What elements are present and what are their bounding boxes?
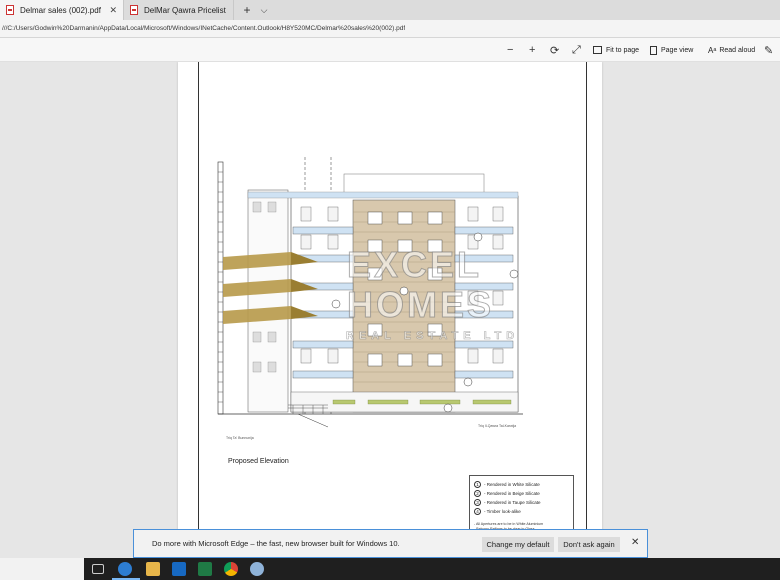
file-explorer-icon[interactable]: [146, 562, 160, 576]
fit-to-page-button[interactable]: Fit to page: [593, 43, 639, 57]
outlook-icon[interactable]: [172, 562, 186, 576]
legend-number: 4: [474, 508, 481, 515]
tab-delmar-sales[interactable]: Delmar sales (002).pdf ✕: [0, 0, 124, 20]
page-view-button[interactable]: Page view: [650, 43, 693, 57]
legend-number: 2: [474, 490, 481, 497]
pdf-icon: [6, 5, 14, 15]
tab-menu-chevron-icon[interactable]: ⌵: [256, 5, 272, 16]
paint-icon[interactable]: [250, 562, 264, 576]
excel-icon[interactable]: [198, 562, 212, 576]
legend-item: 4 - Timber look-alike: [474, 507, 569, 516]
read-aloud-icon: Aᵃ: [708, 45, 717, 55]
legend-number: 1: [474, 481, 481, 488]
tab-delmar-pricelist[interactable]: DelMar Qawra Pricelist 08.1: [124, 0, 234, 20]
new-tab-button[interactable]: +: [238, 3, 256, 17]
drawing-caption: Proposed Elevation: [228, 458, 289, 465]
fullscreen-button[interactable]: ⤢: [572, 43, 581, 57]
legend-item: 3 - Rendered in Taupe Silicate: [474, 498, 569, 507]
url-text[interactable]: ///C:/Users/Godwin%20Darmanin/AppData/Lo…: [0, 25, 405, 32]
read-aloud-button[interactable]: Aᵃ Read aloud: [708, 43, 755, 57]
fit-to-page-icon: [593, 46, 602, 54]
tab-strip: Delmar sales (002).pdf ✕ DelMar Qawra Pr…: [0, 0, 780, 20]
chrome-icon[interactable]: [224, 562, 238, 576]
pdf-icon: [130, 5, 138, 15]
zoom-out-button[interactable]: −: [507, 43, 513, 57]
legend-text: - Rendered in Taupe Silicate: [484, 500, 541, 505]
edge-icon[interactable]: [118, 562, 132, 576]
pdf-toolbar: − + ⟳ ⤢ Fit to page Page view Aᵃ Read al…: [0, 38, 780, 62]
edge-notification-bar: Do more with Microsoft Edge – the fast, …: [133, 529, 648, 558]
document-viewer[interactable]: EXCEL HOMES REAL ESTATE LTD Triq Ta' Bun…: [0, 62, 780, 558]
task-view-icon[interactable]: [92, 564, 104, 574]
page-view-icon: [650, 45, 657, 55]
close-tab-icon[interactable]: ✕: [109, 5, 117, 16]
legend-number: 3: [474, 499, 481, 506]
address-bar[interactable]: ///C:/Users/Godwin%20Darmanin/AppData/Lo…: [0, 20, 780, 38]
watermark-excel: EXCEL: [346, 244, 483, 286]
tab-title: DelMar Qawra Pricelist 08.1: [144, 5, 227, 15]
legend-item: 1 - Rendered in White Silicate: [474, 480, 569, 489]
more-tools-icon[interactable]: ✎: [764, 43, 773, 57]
notification-message: Do more with Microsoft Edge – the fast, …: [152, 539, 400, 548]
close-icon[interactable]: ✕: [631, 537, 639, 548]
tab-title: Delmar sales (002).pdf: [20, 5, 101, 15]
pdf-page: EXCEL HOMES REAL ESTATE LTD Triq Ta' Bun…: [178, 62, 602, 558]
legend-text: - Rendered in Beige Silicate: [484, 491, 540, 496]
right-street-label: Triq Il-Qawra Tal-Karwija: [478, 424, 517, 428]
watermark-homes: HOMES: [346, 284, 495, 326]
zoom-in-button[interactable]: +: [529, 43, 535, 57]
legend-text: - Timber look-alike: [484, 509, 521, 514]
change-default-button[interactable]: Change my default: [482, 537, 554, 552]
rotate-button[interactable]: ⟳: [550, 43, 559, 57]
legend-item: 2 - Rendered in Beige Silicate: [474, 489, 569, 498]
dont-ask-again-button[interactable]: Don't ask again: [558, 537, 620, 552]
left-street-label: Triq Ta' Bunnunija: [226, 436, 254, 440]
windows-taskbar: [0, 558, 780, 580]
watermark-real-estate: REAL ESTATE LTD: [346, 330, 520, 343]
legend-text: - Rendered in White Silicate: [484, 482, 540, 487]
taskbar-search-box[interactable]: [0, 558, 84, 580]
